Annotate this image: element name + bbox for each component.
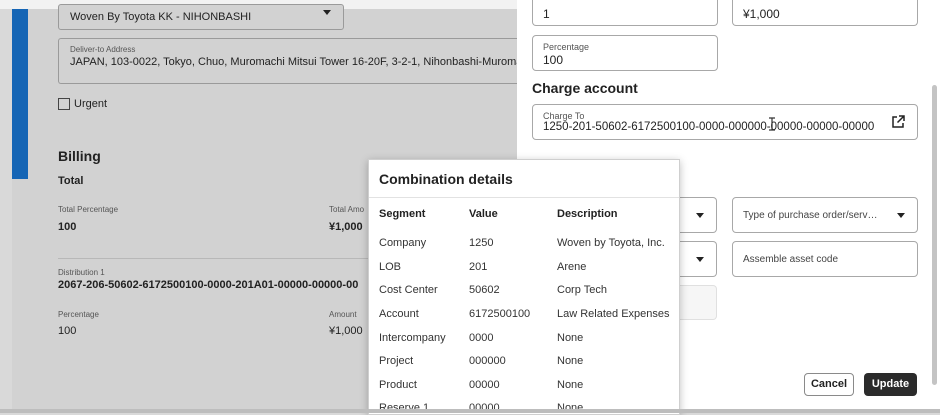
percentage-value: 100 [58, 325, 77, 337]
update-button[interactable]: Update [864, 373, 917, 396]
column-header-segment: Segment [379, 208, 426, 220]
open-external-icon[interactable] [891, 115, 905, 129]
quantity-input[interactable]: 1 [532, 0, 718, 26]
charge-to-label: Charge To [543, 111, 585, 121]
value-cell: 50602 [469, 284, 500, 296]
description-cell: None [557, 355, 584, 367]
asset-code-placeholder: Assemble asset code [743, 254, 839, 265]
chevron-down-icon [897, 213, 905, 218]
amount-input[interactable]: ¥1,000 [732, 0, 918, 26]
amount-label: Amount [329, 310, 357, 319]
value-cell: 1250 [469, 237, 494, 249]
table-row: Project 000000 None [369, 355, 679, 379]
segment-cell: Product [379, 379, 417, 391]
value-cell: 000000 [469, 355, 506, 367]
supplier-site-value: Woven By Toyota KK - NIHONBASHI [70, 11, 252, 23]
description-cell: Corp Tech [557, 284, 607, 296]
segment-cell: Intercompany [379, 332, 446, 344]
description-cell: None [557, 332, 584, 344]
segment-cell: Company [379, 237, 427, 249]
text-cursor-icon [769, 117, 775, 131]
value-cell: 201 [469, 261, 488, 273]
segment-cell: Account [379, 308, 419, 320]
total-amount-label: Total Amo [329, 205, 365, 214]
supplier-site-select[interactable]: Woven By Toyota KK - NIHONBASHI [58, 4, 344, 30]
combination-details-popup: Combination details Segment Value Descri… [368, 159, 680, 415]
asset-code-input[interactable]: Assemble asset code [732, 241, 918, 277]
segment-cell: LOB [379, 261, 402, 273]
percentage-input-value: 100 [543, 53, 564, 67]
value-cell: 00000 [469, 379, 500, 391]
chevron-down-icon [696, 257, 704, 262]
deliver-to-address-field[interactable]: Deliver-to Address JAPAN, 103-0022, Toky… [58, 38, 529, 84]
value-cell: 0000 [469, 332, 494, 344]
billing-heading: Billing [58, 148, 101, 164]
total-percentage-label: Total Percentage [58, 205, 119, 214]
table-row: Cost Center 50602 Corp Tech [369, 284, 679, 308]
description-cell: Law Related Expenses [557, 308, 670, 320]
divider [58, 258, 368, 259]
purchase-order-type-placeholder: Type of purchase order/serv… [743, 210, 878, 221]
value-cell: 6172500100 [469, 308, 531, 320]
charge-account-heading: Charge account [532, 80, 638, 96]
quantity-value: 1 [543, 7, 550, 21]
accent-bar [12, 9, 28, 179]
charge-to-field[interactable]: Charge To 1250-201-50602-6172500100-0000… [532, 104, 918, 140]
total-percentage-value: 100 [58, 221, 77, 233]
urgent-label: Urgent [74, 98, 108, 110]
description-cell: Woven by Toyota, Inc. [557, 237, 665, 249]
chevron-down-icon [323, 10, 331, 15]
deliver-to-label: Deliver-to Address [70, 45, 136, 54]
description-cell: Arene [557, 261, 587, 273]
amount-value-right: ¥1,000 [743, 7, 780, 21]
distribution-label: Distribution 1 [58, 268, 105, 277]
amount-value: ¥1,000 [329, 325, 363, 337]
deliver-to-value: JAPAN, 103-0022, Tokyo, Chuo, Muromachi … [70, 56, 528, 68]
percentage-input-label: Percentage [543, 42, 590, 52]
total-heading: Total [58, 175, 84, 187]
table-row: Company 1250 Woven by Toyota, Inc. [369, 237, 679, 261]
description-cell: None [557, 379, 584, 391]
scrollbar[interactable] [932, 85, 937, 385]
purchase-order-type-select[interactable]: Type of purchase order/serv… [732, 197, 918, 233]
percentage-input[interactable]: Percentage 100 [532, 35, 718, 71]
distribution-account-link[interactable]: 2067-206-50602-6172500100-0000-201A01-00… [58, 279, 358, 291]
chevron-down-icon [696, 213, 704, 218]
segment-cell: Cost Center [379, 284, 438, 296]
urgent-checkbox[interactable] [58, 98, 70, 110]
table-row: LOB 201 Arene [369, 261, 679, 285]
popup-divider [369, 197, 679, 198]
percentage-label: Percentage [58, 310, 99, 319]
popup-title: Combination details [379, 171, 513, 187]
segment-cell: Project [379, 355, 414, 367]
charge-to-value: 1250-201-50602-6172500100-0000-000000-00… [543, 121, 875, 133]
column-header-value: Value [469, 208, 498, 220]
table-row: Product 00000 None [369, 379, 679, 403]
table-row: Intercompany 0000 None [369, 332, 679, 356]
table-row: Account 6172500100 Law Related Expenses [369, 308, 679, 332]
window-bottom-edge [0, 409, 940, 413]
cancel-button[interactable]: Cancel [804, 373, 854, 396]
column-header-description: Description [557, 208, 618, 220]
total-amount-value: ¥1,000 [329, 221, 363, 233]
